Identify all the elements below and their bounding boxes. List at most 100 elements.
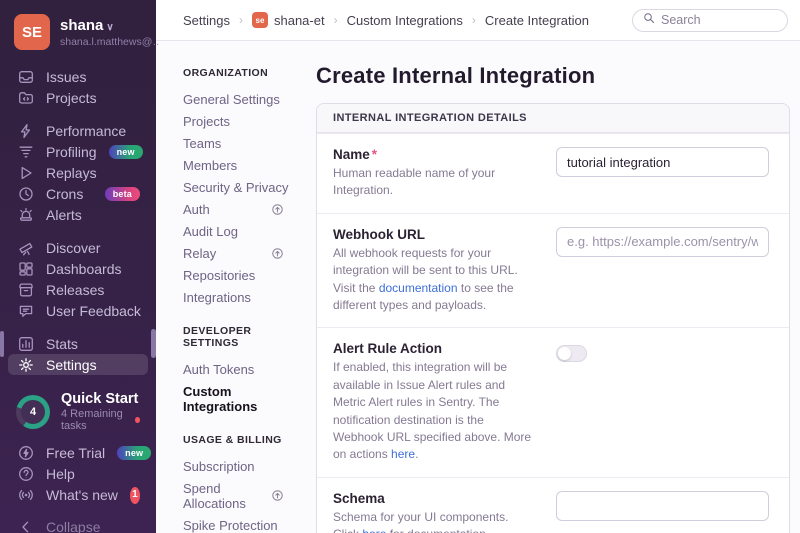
sidebar-item-stats[interactable]: Stats — [8, 333, 148, 354]
sidebar-item-dashboards[interactable]: Dashboards — [8, 258, 148, 279]
collapse-button[interactable]: Collapse — [8, 516, 148, 533]
breadcrumb-label: Create Integration — [485, 13, 589, 28]
settings-nav-item-audit-log[interactable]: Audit Log — [183, 220, 300, 242]
settings-icon — [18, 357, 34, 373]
settings-nav-item-projects[interactable]: Projects — [183, 110, 300, 132]
sidebar-footer: 4 Quick Start 4 Remaining tasks Free Tri… — [0, 387, 156, 533]
main-content: Create Internal Integration INTERNAL INT… — [300, 41, 800, 533]
help-icon — [18, 466, 34, 482]
user-menu[interactable]: SE shana∨ shana.l.matthews@… — [0, 0, 156, 62]
settings-nav-item-custom-integrations[interactable]: Custom Integrations — [183, 380, 300, 417]
avatar[interactable]: SE — [14, 14, 50, 50]
sidebar-item-what-s-new[interactable]: What's new1 — [8, 484, 148, 506]
field-left: Webhook URLAll webhook requests for your… — [333, 227, 556, 315]
settings-nav-item-general-settings[interactable]: General Settings — [183, 88, 300, 110]
profiling-icon — [18, 144, 34, 160]
settings-nav-item-label: Members — [183, 158, 237, 173]
settings-nav-item-label: Auth Tokens — [183, 362, 254, 377]
quick-start-subtitle: 4 Remaining tasks — [61, 408, 129, 432]
sidebar-item-settings[interactable]: Settings — [8, 354, 148, 375]
sidebar-item-label: Issues — [46, 69, 86, 85]
settings-nav-item-label: Relay — [183, 246, 216, 261]
field-textarea[interactable] — [556, 491, 769, 521]
settings-nav-item-integrations[interactable]: Integrations — [183, 286, 300, 308]
breadcrumb: Settings›seshana-et›Custom Integrations›… — [183, 12, 589, 28]
scrollbar-thumb-right[interactable] — [151, 329, 156, 358]
breadcrumb-shana-et[interactable]: seshana-et — [252, 12, 325, 28]
sidebar-item-projects[interactable]: Projects — [8, 87, 148, 108]
search-box[interactable] — [632, 9, 788, 32]
breadcrumb-create-integration[interactable]: Create Integration — [485, 13, 589, 28]
sidebar-item-label: Help — [46, 466, 75, 482]
sidebar-item-label: Discover — [46, 240, 100, 256]
sidebar-item-label: What's new — [46, 487, 118, 503]
sidebar-item-label: Free Trial — [46, 445, 105, 461]
sidebar-footer-items: Free Trialnew Help What's new1 — [8, 442, 148, 506]
panel-header: INTERNAL INTEGRATION DETAILS — [317, 104, 789, 133]
sidebar-item-label: Alerts — [46, 207, 82, 223]
upsell-icon — [271, 247, 284, 260]
sidebar-item-issues[interactable]: Issues — [8, 66, 148, 87]
breadcrumb-custom-integrations[interactable]: Custom Integrations — [347, 13, 463, 28]
field-label: Schema — [333, 491, 532, 506]
settings-nav-item-auth-tokens[interactable]: Auth Tokens — [183, 358, 300, 380]
settings-nav-item-label: Auth — [183, 202, 210, 217]
scrollbar-thumb-left[interactable] — [0, 331, 4, 357]
sidebar-item-replays[interactable]: Replays — [8, 162, 148, 183]
settings-nav-item-label: Spend Allocations — [183, 481, 271, 511]
sidebar-group: StatsSettings — [8, 333, 148, 375]
sidebar-item-crons[interactable]: Cronsbeta — [8, 183, 148, 204]
breadcrumb-separator: › — [472, 13, 476, 27]
crons-icon — [18, 186, 34, 202]
sidebar-group: Issues Projects — [8, 66, 148, 108]
toggle-switch[interactable] — [556, 345, 587, 362]
panels: INTERNAL INTEGRATION DETAILSName*Human r… — [316, 103, 790, 533]
settings-nav-item-relay[interactable]: Relay — [183, 242, 300, 264]
help-link[interactable]: here — [362, 527, 386, 533]
settings-nav-item-teams[interactable]: Teams — [183, 132, 300, 154]
sidebar-item-help[interactable]: Help — [8, 463, 148, 484]
collapse-label: Collapse — [46, 519, 100, 533]
breadcrumb-settings[interactable]: Settings — [183, 13, 230, 28]
sidebar-item-alerts[interactable]: Alerts — [8, 204, 148, 225]
field-help: All webhook requests for your integratio… — [333, 245, 532, 315]
sidebar-item-profiling[interactable]: Profilingnew — [8, 141, 148, 162]
settings-nav-item-subscription[interactable]: Subscription — [183, 455, 300, 477]
sidebar-item-user-feedback[interactable]: User Feedback — [8, 300, 148, 321]
field-control — [556, 227, 769, 257]
sidebar-item-discover[interactable]: Discover — [8, 237, 148, 258]
settings-nav-header: DEVELOPER SETTINGS — [183, 325, 300, 349]
org-avatar-chip: se — [252, 12, 268, 28]
field-input[interactable] — [556, 227, 769, 257]
field-label: Alert Rule Action — [333, 341, 532, 356]
settings-nav-item-spend-allocations[interactable]: Spend Allocations — [183, 477, 300, 514]
quick-start[interactable]: 4 Quick Start 4 Remaining tasks — [8, 387, 148, 442]
settings-nav-item-auth[interactable]: Auth — [183, 198, 300, 220]
settings-nav-item-label: Security & Privacy — [183, 180, 288, 195]
main-sidebar: SE shana∨ shana.l.matthews@… Issues Proje… — [0, 0, 156, 533]
sidebar-item-free-trial[interactable]: Free Trialnew — [8, 442, 148, 463]
search-input[interactable] — [661, 13, 777, 27]
sidebar-item-releases[interactable]: Releases — [8, 279, 148, 300]
help-link[interactable]: here — [391, 447, 415, 461]
dashboards-icon — [18, 261, 34, 277]
page-title: Create Internal Integration — [316, 63, 790, 89]
field-row-schema: SchemaSchema for your UI components. Cli… — [317, 477, 789, 533]
settings-nav-item-security-privacy[interactable]: Security & Privacy — [183, 176, 300, 198]
field-control — [556, 147, 769, 177]
settings-nav-section: USAGE & BILLINGSubscriptionSpend Allocat… — [183, 434, 300, 533]
settings-nav-item-spike-protection[interactable]: Spike Protection — [183, 514, 300, 533]
field-help: If enabled, this integration will be ava… — [333, 359, 532, 463]
toggle-knob — [558, 347, 571, 360]
settings-nav-item-members[interactable]: Members — [183, 154, 300, 176]
sidebar-item-label: Profiling — [46, 144, 97, 160]
field-input[interactable] — [556, 147, 769, 177]
field-row-webhook-url: Webhook URLAll webhook requests for your… — [317, 213, 789, 328]
help-text: for documentation. — [386, 527, 489, 533]
settings-nav-item-label: Teams — [183, 136, 221, 151]
sidebar-item-performance[interactable]: Performance — [8, 120, 148, 141]
help-link[interactable]: documentation — [379, 281, 458, 295]
help-text: If enabled, this integration will be ava… — [333, 360, 531, 461]
settings-nav-item-repositories[interactable]: Repositories — [183, 264, 300, 286]
notification-dot — [135, 417, 140, 423]
